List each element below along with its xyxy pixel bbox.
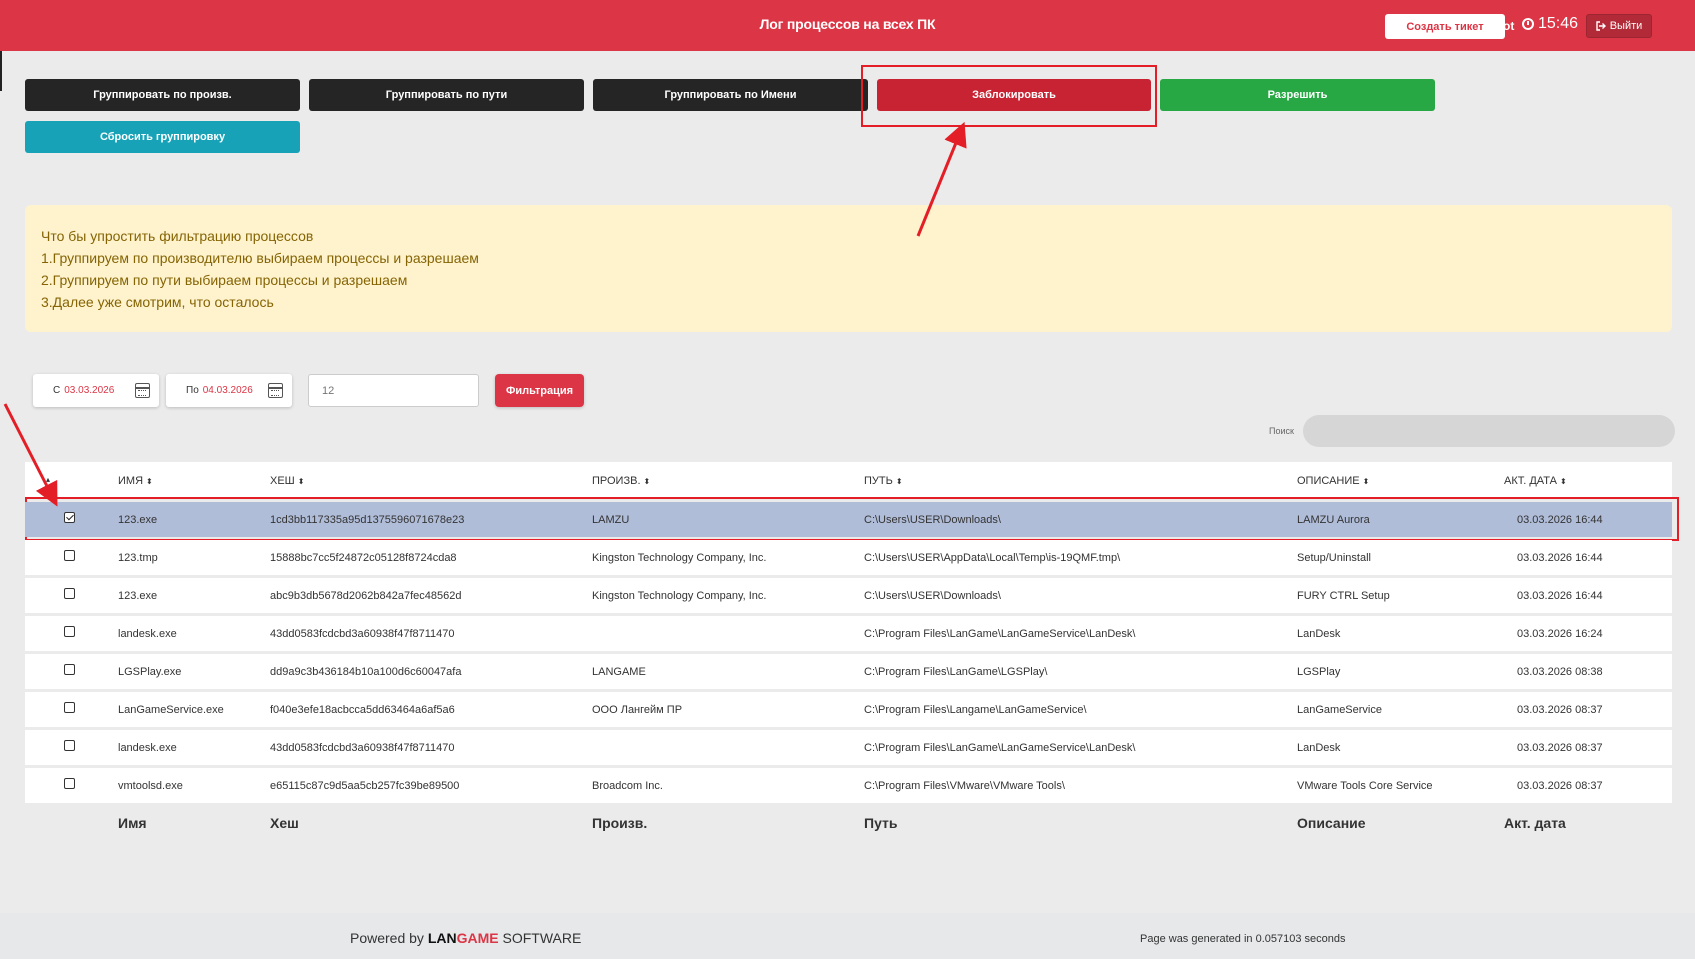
annotation-arrow xyxy=(916,121,967,237)
annotation-arrows xyxy=(3,121,967,507)
annotation-arrow xyxy=(3,403,58,507)
